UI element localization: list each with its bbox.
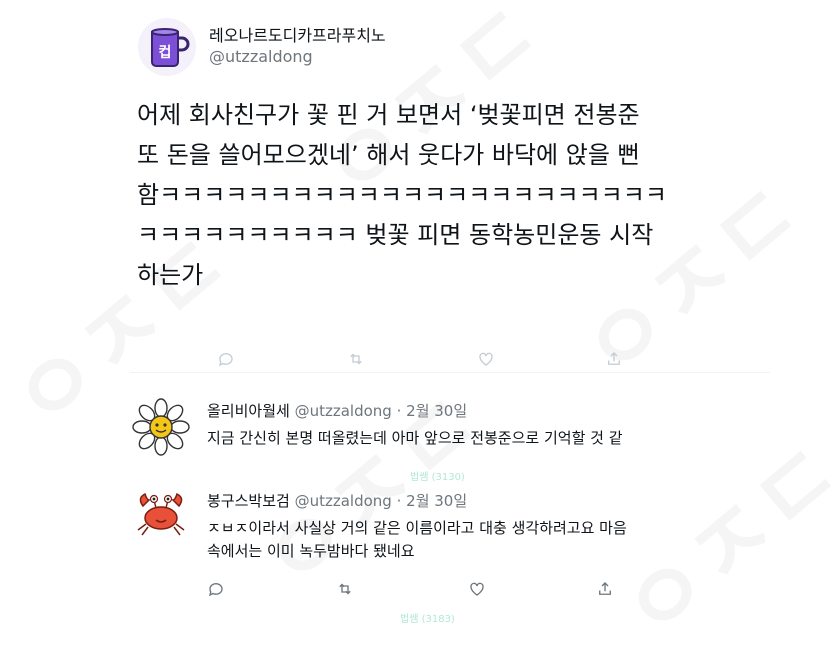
tweet-text: 어제 회사친구가 꽃 핀 거 보면서 ‘벚꽃피면 전봉준 또 돈을 쓸어모으겠네…	[137, 95, 737, 295]
tweet-line: ㅋㅋㅋㅋㅋㅋㅋㅋㅋㅋ 벚꽃 피면 동학농민운동 시작	[137, 221, 654, 249]
divider	[130, 372, 770, 373]
watermark: ㅇㅈㄷ	[227, 354, 507, 619]
tweet-line: 또 돈을 쓸어모으겠네’ 해서 웃다가 바닥에 앉을 뻔	[137, 141, 640, 169]
faint-label: 법쌤 (3130)	[410, 472, 465, 483]
reply-date[interactable]: 2월 30일	[406, 492, 467, 510]
reply-header: 봉구스박보검 @utzzaldong · 2월 30일	[207, 492, 468, 510]
reply-header: 올리비아월세 @utzzaldong · 2월 30일	[207, 402, 468, 420]
tweet-line: 어제 회사친구가 꽃 핀 거 보면서 ‘벚꽃피면 전봉준	[137, 101, 640, 129]
reply-text: ㅈㅂㅈ이라서 사실상 거의 같은 이름이라고 대충 생각하려고요 마음 속에서는…	[207, 519, 627, 560]
reply-date[interactable]: 2월 30일	[406, 402, 467, 420]
retweet-icon[interactable]	[347, 350, 365, 368]
reply-author-handle[interactable]: @utzzaldong	[295, 492, 392, 510]
crab-avatar[interactable]	[132, 484, 190, 542]
reply-text: 지금 간신히 본명 떠올렸는데 아마 앞으로 전봉준으로 기억할 것 같	[207, 429, 623, 447]
faint-label: 법쌤 (3183)	[400, 614, 455, 625]
reply-author-name[interactable]: 올리비아월세	[207, 402, 290, 420]
like-icon[interactable]	[468, 580, 486, 598]
share-icon[interactable]	[596, 580, 614, 598]
author-name[interactable]: 레오나르도디카프라푸치노	[209, 22, 386, 46]
tweet-line: 하는가	[137, 261, 204, 289]
like-icon[interactable]	[477, 350, 495, 368]
avatar-letter: 컵	[159, 45, 172, 61]
daisy-avatar[interactable]	[132, 398, 190, 456]
retweet-icon[interactable]	[336, 580, 354, 598]
share-icon[interactable]	[605, 350, 623, 368]
reply-author-handle[interactable]: @utzzaldong	[295, 402, 392, 420]
tweet-line: 함ㅋㅋㅋㅋㅋㅋㅋㅋㅋㅋㅋㅋㅋㅋㅋㅋㅋㅋㅋㅋㅋㅋㅋ	[137, 181, 667, 209]
reply-icon[interactable]	[217, 350, 235, 368]
author-handle[interactable]: @utzzaldong	[209, 47, 313, 66]
avatar[interactable]: 컵	[138, 18, 196, 76]
reply-author-name[interactable]: 봉구스박보검	[207, 492, 290, 510]
reply-icon[interactable]	[207, 580, 225, 598]
